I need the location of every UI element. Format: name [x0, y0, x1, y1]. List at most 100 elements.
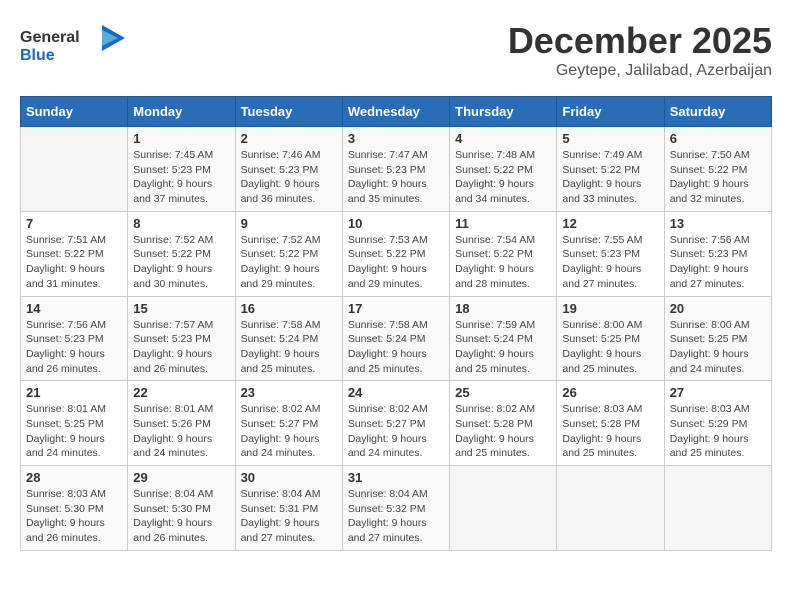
day-info: Sunrise: 7:56 AMSunset: 5:23 PMDaylight:… — [670, 233, 766, 292]
calendar-cell — [557, 466, 664, 551]
day-number: 27 — [670, 385, 766, 400]
calendar-cell — [664, 466, 771, 551]
calendar-cell: 20 Sunrise: 8:00 AMSunset: 5:25 PMDayligh… — [664, 296, 771, 381]
calendar-cell: 19Sunrise: 8:00 AMSunset: 5:25 PMDayligh… — [557, 296, 664, 381]
day-number: 16 — [241, 301, 337, 316]
calendar-cell: 11 Sunrise: 7:54 AMSunset: 5:22 PMDayligh… — [450, 211, 557, 296]
calendar-cell: 1 Sunrise: 7:45 AMSunset: 5:23 PMDaylight… — [128, 127, 235, 212]
day-number: 23 — [241, 385, 337, 400]
day-number: 9 — [241, 216, 337, 231]
calendar-cell: 12 Sunrise: 7:55 AMSunset: 5:23 PMDayligh… — [557, 211, 664, 296]
day-info: Sunrise: 8:03 AMSunset: 5:28 PMDaylight:… — [562, 402, 658, 461]
logo: General Blue — [20, 20, 130, 75]
calendar-week-row: 28 Sunrise: 8:03 AMSunset: 5:30 PMDayligh… — [21, 466, 772, 551]
day-info: Sunrise: 7:58 AMSunset: 5:24 PMDaylight:… — [241, 318, 337, 377]
location-subtitle: Geytepe, Jalilabad, Azerbaijan — [508, 62, 772, 80]
calendar-cell: 16 Sunrise: 7:58 AMSunset: 5:24 PMDayligh… — [235, 296, 342, 381]
calendar-cell: 3 Sunrise: 7:47 AMSunset: 5:23 PMDaylight… — [342, 127, 449, 212]
day-info: Sunrise: 8:04 AMSunset: 5:32 PMDaylight:… — [348, 487, 444, 546]
calendar-cell — [450, 466, 557, 551]
day-info: Sunrise: 7:55 AMSunset: 5:23 PMDaylight:… — [562, 233, 658, 292]
day-info: Sunrise: 7:45 AMSunset: 5:23 PMDaylight:… — [133, 148, 229, 207]
day-info: Sunrise: 7:52 AMSunset: 5:22 PMDaylight:… — [133, 233, 229, 292]
day-number: 8 — [133, 216, 229, 231]
calendar-cell: 28 Sunrise: 8:03 AMSunset: 5:30 PMDayligh… — [21, 466, 128, 551]
day-number: 11 — [455, 216, 551, 231]
calendar-cell: 18 Sunrise: 7:59 AMSunset: 5:24 PMDayligh… — [450, 296, 557, 381]
day-number: 4 — [455, 131, 551, 146]
calendar-cell: 17Sunrise: 7:58 AMSunset: 5:24 PMDayligh… — [342, 296, 449, 381]
day-info: Sunrise: 8:02 AMSunset: 5:28 PMDaylight:… — [455, 402, 551, 461]
day-info: Sunrise: 8:01 AMSunset: 5:26 PMDaylight:… — [133, 402, 229, 461]
day-number: 31 — [348, 470, 444, 485]
weekday-header-tuesday: Tuesday — [235, 97, 342, 127]
logo-text: General Blue — [20, 20, 130, 75]
day-number: 26 — [562, 385, 658, 400]
day-info: Sunrise: 7:59 AMSunset: 5:24 PMDaylight:… — [455, 318, 551, 377]
day-info: Sunrise: 7:50 AMSunset: 5:22 PMDaylight:… — [670, 148, 766, 207]
day-info: Sunrise: 7:49 AMSunset: 5:22 PMDaylight:… — [562, 148, 658, 207]
day-number: 12 — [562, 216, 658, 231]
day-number: 25 — [455, 385, 551, 400]
weekday-header-saturday: Saturday — [664, 97, 771, 127]
weekday-header-row: SundayMondayTuesdayWednesdayThursdayFrid… — [21, 97, 772, 127]
svg-text:Blue: Blue — [20, 47, 55, 64]
calendar-week-row: 14Sunrise: 7:56 AMSunset: 5:23 PMDayligh… — [21, 296, 772, 381]
calendar-cell: 4 Sunrise: 7:48 AMSunset: 5:22 PMDaylight… — [450, 127, 557, 212]
day-number: 2 — [241, 131, 337, 146]
calendar-cell: 9Sunrise: 7:52 AMSunset: 5:22 PMDaylight… — [235, 211, 342, 296]
calendar-cell: 10 Sunrise: 7:53 AMSunset: 5:22 PMDayligh… — [342, 211, 449, 296]
day-info: Sunrise: 7:58 AMSunset: 5:24 PMDaylight:… — [348, 318, 444, 377]
day-info: Sunrise: 7:57 AMSunset: 5:23 PMDaylight:… — [133, 318, 229, 377]
day-info: Sunrise: 8:02 AMSunset: 5:27 PMDaylight:… — [241, 402, 337, 461]
calendar-table: SundayMondayTuesdayWednesdayThursdayFrid… — [20, 96, 772, 551]
calendar-cell: 31 Sunrise: 8:04 AMSunset: 5:32 PMDayligh… — [342, 466, 449, 551]
day-number: 30 — [241, 470, 337, 485]
day-info: Sunrise: 7:51 AMSunset: 5:22 PMDaylight:… — [26, 233, 122, 292]
calendar-cell: 15Sunrise: 7:57 AMSunset: 5:23 PMDayligh… — [128, 296, 235, 381]
calendar-cell: 24Sunrise: 8:02 AMSunset: 5:27 PMDayligh… — [342, 381, 449, 466]
day-info: Sunrise: 8:02 AMSunset: 5:27 PMDaylight:… — [348, 402, 444, 461]
day-info: Sunrise: 7:46 AMSunset: 5:23 PMDaylight:… — [241, 148, 337, 207]
calendar-cell: 13Sunrise: 7:56 AMSunset: 5:23 PMDayligh… — [664, 211, 771, 296]
day-number: 20 — [670, 301, 766, 316]
title-section: December 2025 Geytepe, Jalilabad, Azerba… — [508, 20, 772, 80]
page-header: General Blue December 2025 Geytepe, Jali… — [20, 20, 772, 80]
calendar-cell: 22Sunrise: 8:01 AMSunset: 5:26 PMDayligh… — [128, 381, 235, 466]
calendar-cell: 2 Sunrise: 7:46 AMSunset: 5:23 PMDaylight… — [235, 127, 342, 212]
day-number: 10 — [348, 216, 444, 231]
day-info: Sunrise: 8:04 AMSunset: 5:31 PMDaylight:… — [241, 487, 337, 546]
weekday-header-wednesday: Wednesday — [342, 97, 449, 127]
weekday-header-friday: Friday — [557, 97, 664, 127]
calendar-week-row: 21 Sunrise: 8:01 AMSunset: 5:25 PMDayligh… — [21, 381, 772, 466]
svg-text:General: General — [20, 29, 80, 46]
day-info: Sunrise: 7:47 AMSunset: 5:23 PMDaylight:… — [348, 148, 444, 207]
day-info: Sunrise: 8:00 AMSunset: 5:25 PMDaylight:… — [670, 318, 766, 377]
calendar-cell: 6 Sunrise: 7:50 AMSunset: 5:22 PMDaylight… — [664, 127, 771, 212]
day-number: 6 — [670, 131, 766, 146]
calendar-cell: 25 Sunrise: 8:02 AMSunset: 5:28 PMDayligh… — [450, 381, 557, 466]
day-number: 18 — [455, 301, 551, 316]
day-info: Sunrise: 7:56 AMSunset: 5:23 PMDaylight:… — [26, 318, 122, 377]
day-info: Sunrise: 8:01 AMSunset: 5:25 PMDaylight:… — [26, 402, 122, 461]
day-info: Sunrise: 7:48 AMSunset: 5:22 PMDaylight:… — [455, 148, 551, 207]
weekday-header-thursday: Thursday — [450, 97, 557, 127]
calendar-cell: 5Sunrise: 7:49 AMSunset: 5:22 PMDaylight… — [557, 127, 664, 212]
day-number: 1 — [133, 131, 229, 146]
day-number: 7 — [26, 216, 122, 231]
day-info: Sunrise: 7:54 AMSunset: 5:22 PMDaylight:… — [455, 233, 551, 292]
day-number: 29 — [133, 470, 229, 485]
day-number: 28 — [26, 470, 122, 485]
calendar-cell: 30 Sunrise: 8:04 AMSunset: 5:31 PMDayligh… — [235, 466, 342, 551]
day-info: Sunrise: 7:53 AMSunset: 5:22 PMDaylight:… — [348, 233, 444, 292]
calendar-cell — [21, 127, 128, 212]
day-info: Sunrise: 8:03 AMSunset: 5:30 PMDaylight:… — [26, 487, 122, 546]
calendar-week-row: 7 Sunrise: 7:51 AMSunset: 5:22 PMDaylight… — [21, 211, 772, 296]
day-number: 21 — [26, 385, 122, 400]
calendar-cell: 8 Sunrise: 7:52 AMSunset: 5:22 PMDaylight… — [128, 211, 235, 296]
calendar-cell: 14Sunrise: 7:56 AMSunset: 5:23 PMDayligh… — [21, 296, 128, 381]
weekday-header-sunday: Sunday — [21, 97, 128, 127]
day-number: 3 — [348, 131, 444, 146]
weekday-header-monday: Monday — [128, 97, 235, 127]
calendar-cell: 27Sunrise: 8:03 AMSunset: 5:29 PMDayligh… — [664, 381, 771, 466]
